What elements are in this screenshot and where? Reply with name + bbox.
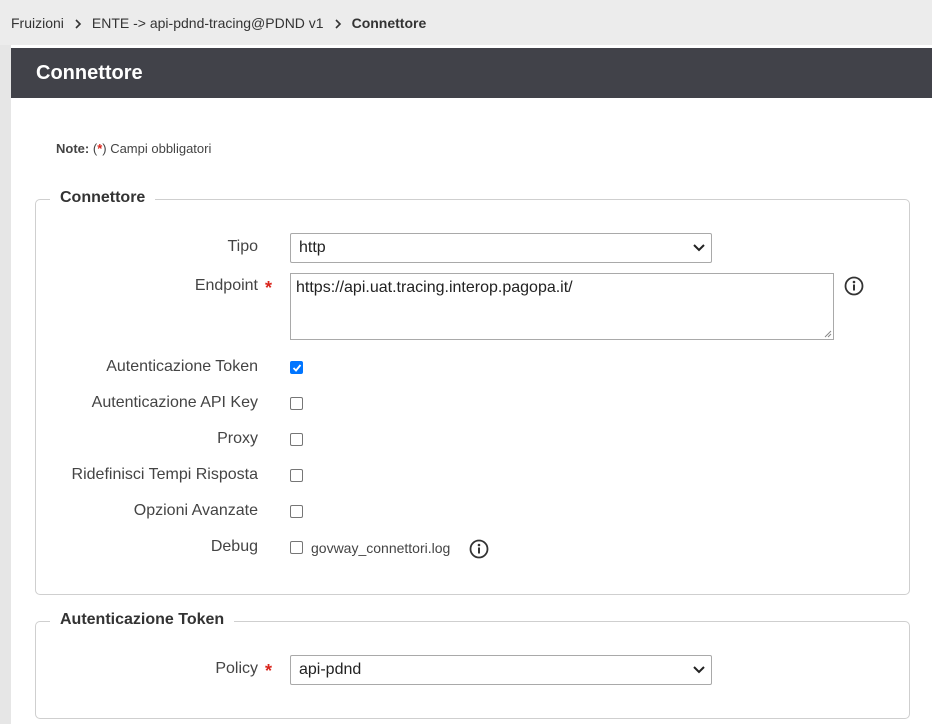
policy-required-mark: * bbox=[265, 661, 273, 681]
endpoint-required-mark: * bbox=[265, 278, 273, 298]
autenticazione-token-label: Autenticazione Token bbox=[106, 358, 258, 375]
proxy-checkbox[interactable] bbox=[290, 433, 303, 446]
chevron-down-icon bbox=[693, 244, 705, 252]
tipo-select[interactable]: http bbox=[290, 233, 712, 263]
breadcrumb: Fruizioni ENTE -> api-pdnd-tracing@PDND … bbox=[0, 0, 932, 45]
note-text: ) Campi obbligatori bbox=[102, 141, 212, 156]
breadcrumb-item-fruizioni[interactable]: Fruizioni bbox=[11, 15, 64, 31]
autenticazione-token-checkbox[interactable] bbox=[290, 361, 303, 374]
chevron-right-icon bbox=[334, 15, 342, 30]
breadcrumb-item-erogazione[interactable]: ENTE -> api-pdnd-tracing@PDND v1 bbox=[92, 15, 324, 31]
endpoint-value: https://api.uat.tracing.interop.pagopa.i… bbox=[296, 279, 573, 296]
connettore-legend: Connettore bbox=[50, 189, 156, 207]
autenticazione-api-key-label: Autenticazione API Key bbox=[91, 394, 258, 411]
debug-label: Debug bbox=[210, 538, 258, 555]
debug-info-icon[interactable] bbox=[469, 539, 489, 559]
policy-select-value: api-pdnd bbox=[299, 661, 362, 678]
debug-file-name: govway_connettori.log bbox=[311, 540, 451, 556]
page-title: Connettore bbox=[11, 48, 932, 98]
endpoint-label: Endpoint bbox=[194, 277, 258, 294]
required-fields-note: Note: (*) Campi obbligatori bbox=[56, 141, 211, 156]
tipo-label: Tipo bbox=[227, 238, 258, 255]
checkmark-icon bbox=[292, 364, 302, 372]
endpoint-textarea[interactable]: https://api.uat.tracing.interop.pagopa.i… bbox=[290, 273, 834, 340]
debug-checkbox[interactable] bbox=[290, 541, 303, 554]
ridefinisci-tempi-checkbox[interactable] bbox=[290, 469, 303, 482]
autenticazione-api-key-checkbox[interactable] bbox=[290, 397, 303, 410]
autenticazione-token-legend: Autenticazione Token bbox=[50, 611, 235, 629]
note-prefix: Note: bbox=[56, 141, 90, 156]
proxy-label: Proxy bbox=[217, 430, 258, 447]
ridefinisci-tempi-label: Ridefinisci Tempi Risposta bbox=[71, 466, 258, 483]
breadcrumb-item-current: Connettore bbox=[351, 14, 427, 31]
opzioni-avanzate-label: Opzioni Avanzate bbox=[133, 502, 258, 519]
policy-label: Policy bbox=[215, 660, 258, 677]
policy-select[interactable]: api-pdnd bbox=[290, 655, 712, 685]
chevron-down-icon bbox=[693, 666, 705, 674]
opzioni-avanzate-checkbox[interactable] bbox=[290, 505, 303, 518]
tipo-select-value: http bbox=[299, 239, 326, 256]
resize-grip-icon[interactable] bbox=[824, 330, 832, 338]
chevron-right-icon bbox=[74, 15, 82, 30]
endpoint-info-icon[interactable] bbox=[844, 276, 864, 296]
left-strip bbox=[0, 45, 11, 724]
